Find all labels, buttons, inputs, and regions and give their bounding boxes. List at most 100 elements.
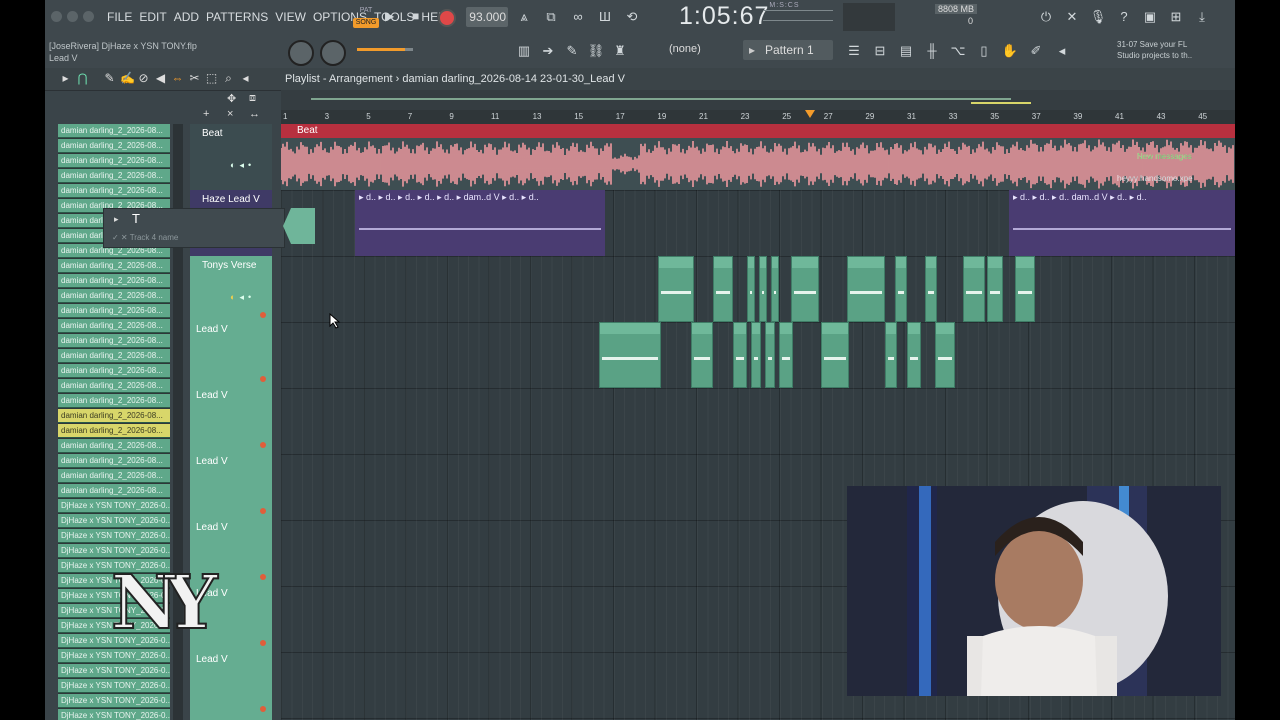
lead-v-clip[interactable]: [765, 322, 775, 388]
stamp-icon[interactable]: ♜: [611, 42, 629, 60]
lead-v-clip[interactable]: [885, 322, 897, 388]
tonys-verse-clip[interactable]: [925, 256, 937, 322]
tonys-verse-clip[interactable]: [963, 256, 985, 322]
lead-v-clip[interactable]: [691, 322, 713, 388]
arrow-right-icon[interactable]: ➔: [539, 42, 557, 60]
delete-icon[interactable]: ×: [227, 108, 233, 120]
browser-item[interactable]: damian darling_2_2026-08...: [58, 184, 170, 198]
track-solo-icon[interactable]: ◐: [230, 160, 235, 171]
browser-item[interactable]: damian darling_2_2026-08...: [58, 469, 170, 483]
brush-icon[interactable]: ✎: [563, 42, 581, 60]
browser-item[interactable]: damian darling_2_2026-08...: [58, 139, 170, 153]
track-record-dot[interactable]: [260, 706, 266, 712]
browser-item[interactable]: damian darling_2_2026-08...: [58, 409, 170, 423]
lead-v-clip[interactable]: [779, 322, 793, 388]
browser-item[interactable]: DjHaze x YSN TONY_2026-0...: [58, 694, 170, 708]
piano-icon[interactable]: ▥: [515, 42, 533, 60]
haze-clip-group-a[interactable]: ▸ d.. ▸ d.. ▸ d.. ▸ d.. ▸ d.. ▸ dam..d V…: [355, 190, 605, 256]
browser-item[interactable]: damian darling_2_2026-08...: [58, 259, 170, 273]
lead-v-clip[interactable]: [821, 322, 849, 388]
tonys-verse-clip[interactable]: [658, 256, 694, 322]
track-record-dot[interactable]: [260, 508, 266, 514]
close-window-button[interactable]: [51, 11, 62, 22]
track-record-dot[interactable]: [260, 574, 266, 580]
browser-item[interactable]: damian darling_2_2026-08...: [58, 379, 170, 393]
track-dot-icon[interactable]: •: [248, 292, 251, 303]
mixer-icon[interactable]: ╫: [923, 42, 941, 60]
browser-item[interactable]: damian darling_2_2026-08...: [58, 289, 170, 303]
track-record-dot[interactable]: [260, 442, 266, 448]
link-icon[interactable]: ⛓: [587, 42, 605, 60]
rename-input[interactable]: T: [132, 211, 140, 226]
browser-item[interactable]: DjHaze x YSN TONY_2026-0...: [58, 529, 170, 543]
move-icon[interactable]: ✥: [227, 92, 236, 105]
browser-item[interactable]: damian darling_2_2026-08...: [58, 124, 170, 138]
wait-for-input-icon[interactable]: ⧉: [542, 8, 560, 26]
tonys-verse-clip[interactable]: [713, 256, 733, 322]
tonys-verse-clip[interactable]: [747, 256, 755, 322]
master-volume-knob[interactable]: [288, 40, 314, 66]
browser-item[interactable]: damian darling_2_2026-08...: [58, 439, 170, 453]
save-icon[interactable]: ▣: [1141, 8, 1159, 26]
browser-item[interactable]: damian darling_2_2026-08...: [58, 349, 170, 363]
song-overview[interactable]: [281, 90, 1235, 110]
piano-roll-icon[interactable]: ▤: [897, 42, 915, 60]
track-record-dot[interactable]: [260, 640, 266, 646]
snap-none-label[interactable]: (none): [669, 43, 701, 55]
tonys-verse-clip[interactable]: [847, 256, 885, 322]
plugin-icon[interactable]: ⊞: [1167, 8, 1185, 26]
pattern-selector[interactable]: Pattern 1: [743, 40, 833, 60]
news-hint[interactable]: 31-07 Save your FL Studio projects to th…: [1117, 39, 1192, 61]
play-button[interactable]: ▶: [385, 9, 394, 23]
menu-add[interactable]: ADD: [174, 10, 199, 24]
magnet-icon[interactable]: ⋂: [76, 71, 89, 86]
browser-item[interactable]: damian darling_2_2026-08...: [58, 334, 170, 348]
draw-tool-icon[interactable]: ✎: [103, 71, 116, 86]
select-tool-icon[interactable]: ⬚: [205, 71, 218, 86]
stop-button[interactable]: ■: [412, 9, 419, 23]
browser-item[interactable]: DjHaze x YSN TONY_2026-0...: [58, 649, 170, 663]
download-icon[interactable]: ⤓: [1193, 8, 1211, 26]
track-mute-icon[interactable]: ◂: [239, 292, 244, 303]
speaker-icon[interactable]: ◂: [1053, 42, 1071, 60]
browser-item[interactable]: damian darling_2_2026-08...: [58, 424, 170, 438]
loop-record-icon[interactable]: ⟲: [623, 8, 641, 26]
menu-file[interactable]: FILE: [107, 10, 132, 24]
track-header-beat[interactable]: Beat ◐ ◂ •: [190, 124, 272, 191]
tonys-verse-clip[interactable]: [1015, 256, 1035, 322]
tonys-verse-clip[interactable]: [895, 256, 907, 322]
browser-icon[interactable]: ⌥: [949, 42, 967, 60]
lead-v-clip[interactable]: [599, 322, 661, 388]
haze-clip-group-b[interactable]: ▸ d.. ▸ d.. ▸ d.. dam..d V ▸ d.. ▸ d..: [1009, 190, 1235, 256]
browser-item[interactable]: damian darling_2_2026-08...: [58, 364, 170, 378]
track-record-dot[interactable]: [260, 312, 266, 318]
browser-item[interactable]: DjHaze x YSN TONY_2026-0...: [58, 499, 170, 513]
browser-item[interactable]: damian darling_2_2026-08...: [58, 454, 170, 468]
browser-item[interactable]: damian darling_2_2026-08...: [58, 394, 170, 408]
zoom-tool-icon[interactable]: ⌕: [222, 71, 235, 86]
track-dot-icon[interactable]: •: [248, 160, 251, 171]
track-solo-icon[interactable]: ◐: [230, 292, 235, 303]
browser-item[interactable]: DjHaze x YSN TONY_2026-0...: [58, 664, 170, 678]
add-icon[interactable]: +: [203, 108, 209, 120]
plugin-db-icon[interactable]: ▯: [975, 42, 993, 60]
mic-icon[interactable]: 🎙︎: [1089, 8, 1107, 26]
track-record-dot[interactable]: [260, 376, 266, 382]
timeline-ruler[interactable]: 1 3 5 7 9 11 13 15 17 19 21 23 25 27 29 31 33 35 37 39 41 43 4…: [281, 110, 1235, 124]
lead-v-clip[interactable]: [733, 322, 747, 388]
track-header-lead-v-group[interactable]: Lead V Lead V Lead V Lead V Lead V Lead …: [190, 322, 272, 720]
lead-v-clip[interactable]: [907, 322, 921, 388]
metronome-icon[interactable]: ⩓: [515, 8, 533, 26]
channel-rack-icon[interactable]: ⊟: [871, 42, 889, 60]
master-pitch-knob[interactable]: [320, 40, 346, 66]
slip-tool-icon[interactable]: ⇔: [171, 71, 184, 86]
paint-tool-icon[interactable]: ✍: [120, 71, 135, 86]
step-edit-icon[interactable]: Ш: [596, 8, 614, 26]
pencil-icon[interactable]: ✐: [1027, 42, 1045, 60]
menu-patterns[interactable]: PATTERNS: [206, 10, 268, 24]
browser-item[interactable]: damian darling_2_2026-08...: [58, 274, 170, 288]
menu-edit[interactable]: EDIT: [139, 10, 166, 24]
lead-v-clip[interactable]: [751, 322, 761, 388]
touch-icon[interactable]: ✋: [1001, 42, 1019, 60]
record-button[interactable]: [438, 9, 456, 27]
